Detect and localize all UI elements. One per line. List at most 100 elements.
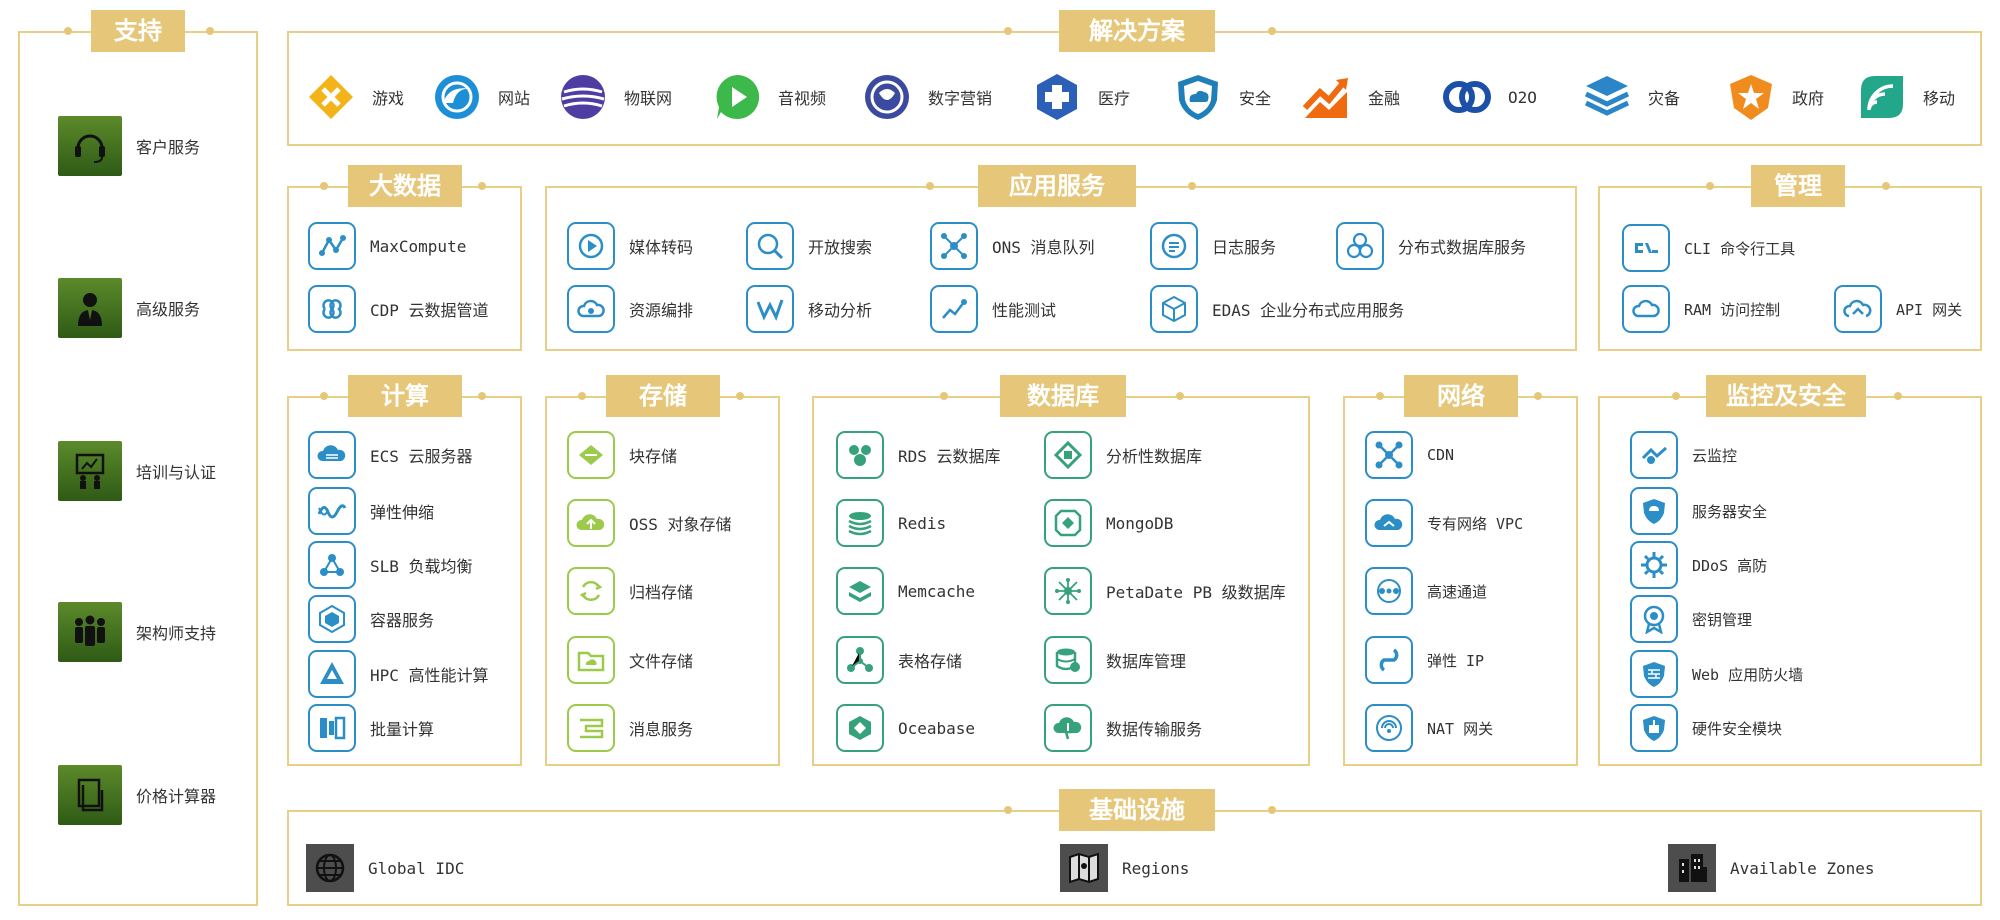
monitor-item-hsm[interactable]: 硬件安全模块 <box>1630 704 1782 752</box>
app-item-resource-orchestration[interactable]: 资源编排 <box>567 285 693 333</box>
batch-icon <box>308 704 356 752</box>
db-item-redis[interactable]: Redis <box>836 499 946 547</box>
product-label: 消息服务 <box>629 720 694 739</box>
app-item-mobile-analytics[interactable]: 移动分析 <box>746 285 872 333</box>
network-item-nat[interactable]: NAT 网关 <box>1365 704 1493 752</box>
monitor-item-cloud-monitor[interactable]: 云监控 <box>1630 431 1737 479</box>
support-label: 培训与认证 <box>136 463 217 482</box>
product-label: Regions <box>1122 858 1190 878</box>
db-item-analytic[interactable]: 分析性数据库 <box>1044 431 1202 479</box>
compute-item-slb[interactable]: SLB 负载均衡 <box>308 541 473 589</box>
product-label: Redis <box>898 513 947 533</box>
title-dot <box>320 392 328 400</box>
storage-item-block[interactable]: 块存储 <box>567 431 677 479</box>
app-item-log-service[interactable]: 日志服务 <box>1150 222 1276 270</box>
db-settings-icon <box>1044 636 1092 684</box>
terminal-icon <box>1622 224 1670 272</box>
monitor-item-ddos[interactable]: DDoS 高防 <box>1630 541 1767 589</box>
app-item-distributed-db[interactable]: 分布式数据库服务 <box>1336 222 1526 270</box>
firewall-icon <box>1630 650 1678 698</box>
network-item-eip[interactable]: 弹性 IP <box>1365 636 1484 684</box>
product-label: 硬件安全模块 <box>1692 719 1783 738</box>
product-label: 高速通道 <box>1427 582 1488 601</box>
compute-item-batch[interactable]: 批量计算 <box>308 704 434 752</box>
storage-item-file[interactable]: 文件存储 <box>567 636 693 684</box>
solution-video[interactable]: 音视频 <box>710 70 826 124</box>
app-item-ons-queue[interactable]: ONS 消息队列 <box>930 222 1095 270</box>
network-item-cdn[interactable]: CDN <box>1365 431 1454 479</box>
solution-o2o[interactable]: O2O <box>1440 70 1537 124</box>
app-item-media-transcoding[interactable]: 媒体转码 <box>567 222 693 270</box>
database-title: 数据库 <box>1000 375 1126 417</box>
bigdata-item-maxcompute[interactable]: MaxCompute <box>308 222 466 270</box>
title-dot <box>940 392 948 400</box>
monitor-item-server-security[interactable]: 服务器安全 <box>1630 487 1767 535</box>
app-item-open-search[interactable]: 开放搜索 <box>746 222 872 270</box>
support-label: 客户服务 <box>136 138 201 157</box>
storage-item-oss[interactable]: OSS 对象存储 <box>567 499 732 547</box>
medical-icon <box>1030 70 1084 124</box>
product-label: 弹性伸缩 <box>370 503 435 522</box>
product-label: 容器服务 <box>370 611 435 630</box>
solution-game[interactable]: 游戏 <box>304 70 404 124</box>
infra-item-available-zones[interactable]: Available Zones <box>1668 844 1875 892</box>
support-item-customer-service[interactable]: 客户服务 <box>58 116 200 176</box>
title-dot <box>1268 27 1276 35</box>
db-item-rds[interactable]: RDS 云数据库 <box>836 431 1001 479</box>
mgmt-item-api-gateway[interactable]: API 网关 <box>1834 285 1962 333</box>
website-icon <box>430 70 484 124</box>
solution-security[interactable]: 安全 <box>1171 70 1271 124</box>
app-item-edas[interactable]: EDAS 企业分布式应用服务 <box>1150 285 1404 333</box>
db-item-oceabase[interactable]: Oceabase <box>836 704 975 752</box>
product-label: CDN <box>1427 446 1455 464</box>
cloud-lock-icon <box>1622 285 1670 333</box>
product-label: Global IDC <box>368 858 465 878</box>
support-item-training[interactable]: 培训与认证 <box>58 441 216 501</box>
network-item-express-connect[interactable]: 高速通道 <box>1365 567 1487 615</box>
db-item-mongodb[interactable]: MongoDB <box>1044 499 1173 547</box>
db-item-memcache[interactable]: Memcache <box>836 567 975 615</box>
monitor-item-waf[interactable]: Web 应用防火墙 <box>1630 650 1803 698</box>
product-label: 媒体转码 <box>629 238 694 257</box>
solution-mobile[interactable]: 移动 <box>1855 70 1955 124</box>
solution-medical[interactable]: 医疗 <box>1030 70 1130 124</box>
db-item-petadata[interactable]: PetaDate PB 级数据库 <box>1044 567 1286 615</box>
product-label: MaxCompute <box>370 236 467 256</box>
compute-item-autoscaling[interactable]: 弹性伸缩 <box>308 487 434 535</box>
support-item-architect[interactable]: 架构师支持 <box>58 602 216 662</box>
solution-iot[interactable]: 物联网 <box>556 70 672 124</box>
db-item-dts[interactable]: 数据传输服务 <box>1044 704 1202 752</box>
infra-item-regions[interactable]: Regions <box>1060 844 1189 892</box>
solution-disaster-recovery[interactable]: 灾备 <box>1580 70 1680 124</box>
support-item-price-calculator[interactable]: 价格计算器 <box>58 765 216 825</box>
folder-icon <box>567 636 615 684</box>
solution-government[interactable]: 政府 <box>1724 70 1824 124</box>
hardware-lock-icon <box>1630 704 1678 752</box>
marketing-icon <box>860 70 914 124</box>
bigdata-title: 大数据 <box>348 165 462 207</box>
db-item-table-store[interactable]: 表格存储 <box>836 636 962 684</box>
product-label: RDS 云数据库 <box>898 447 1001 466</box>
storage-item-archive[interactable]: 归档存储 <box>567 567 693 615</box>
infrastructure-title: 基础设施 <box>1059 789 1215 831</box>
infra-item-global-idc[interactable]: Global IDC <box>306 844 464 892</box>
support-item-premium-service[interactable]: 高级服务 <box>58 278 200 338</box>
bigdata-item-cdp[interactable]: CDP 云数据管道 <box>308 285 489 333</box>
product-label: ONS 消息队列 <box>992 238 1095 257</box>
compute-item-container[interactable]: 容器服务 <box>308 595 434 643</box>
network-item-vpc[interactable]: 专有网络 VPC <box>1365 499 1523 547</box>
storage-item-message[interactable]: 消息服务 <box>567 704 693 752</box>
compute-item-ecs[interactable]: ECS 云服务器 <box>308 431 473 479</box>
compute-item-hpc[interactable]: HPC 高性能计算 <box>308 650 489 698</box>
product-label: RAM 访问控制 <box>1684 300 1781 319</box>
mgmt-item-cli[interactable]: CLI 命令行工具 <box>1622 224 1795 272</box>
mgmt-item-ram[interactable]: RAM 访问控制 <box>1622 285 1780 333</box>
solution-website[interactable]: 网站 <box>430 70 530 124</box>
db-item-management[interactable]: 数据库管理 <box>1044 636 1186 684</box>
solution-marketing[interactable]: 数字营销 <box>860 70 992 124</box>
monitor-item-kms[interactable]: 密钥管理 <box>1630 595 1752 643</box>
solution-finance[interactable]: 金融 <box>1300 70 1400 124</box>
app-item-performance-test[interactable]: 性能测试 <box>930 285 1056 333</box>
title-dot <box>1188 182 1196 190</box>
product-label: 开放搜索 <box>808 238 873 257</box>
